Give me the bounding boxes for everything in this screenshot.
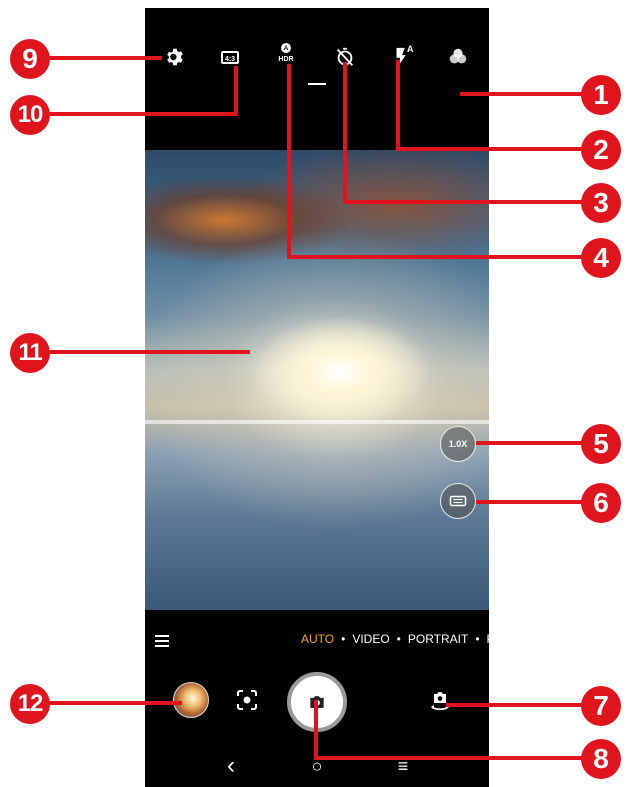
callout-badge-6: 6 (581, 483, 621, 523)
callout-line-7 (446, 703, 590, 707)
filter-icon[interactable] (447, 46, 469, 68)
callout-line-5 (476, 441, 590, 445)
horizon-line (145, 420, 489, 424)
gallery-thumbnail[interactable] (173, 682, 209, 718)
flash-mode-label: A (407, 44, 414, 54)
callout-badge-2: 2 (581, 130, 621, 170)
zoom-label: 1.0X (448, 439, 468, 449)
callout-badge-12: 12 (10, 684, 50, 724)
callout-badge-11: 11 (10, 333, 50, 373)
back-button[interactable]: ‹ (221, 752, 241, 779)
callout-vline-8 (314, 700, 318, 760)
aspect-ratio-label: 4:3 (221, 50, 239, 64)
callout-badge-10: 10 (10, 95, 50, 135)
callout-line-3 (343, 200, 590, 204)
hdr-auto-icon: A (281, 43, 291, 53)
callout-line-12 (40, 701, 182, 705)
callout-line-6 (476, 500, 590, 504)
more-modes-menu-icon[interactable] (155, 632, 169, 650)
mode-video[interactable]: VIDEO (352, 632, 389, 646)
callout-vline-3 (343, 62, 347, 204)
svg-text:A: A (284, 46, 289, 52)
mode-list: AUTO•VIDEO•PORTRAIT•PA (301, 632, 489, 646)
mode-auto[interactable]: AUTO (301, 632, 334, 646)
callout-vline-10 (234, 66, 238, 116)
callout-line-2 (396, 147, 590, 151)
callout-badge-5: 5 (581, 424, 621, 464)
panorama-icon (449, 495, 467, 507)
switch-camera-icon[interactable] (427, 688, 453, 714)
mode-selector: AUTO•VIDEO•PORTRAIT•PA (145, 630, 489, 650)
zoom-button[interactable]: 1.0X (440, 426, 476, 462)
flash-button[interactable]: A (391, 44, 414, 68)
swipe-indicator (308, 83, 326, 85)
aspect-ratio-button[interactable]: 4:3 (219, 46, 241, 68)
mode-portrait[interactable]: PORTRAIT (408, 632, 468, 646)
callout-line-9 (40, 56, 162, 60)
callout-badge-3: 3 (581, 183, 621, 223)
settings-gear-icon[interactable] (164, 46, 186, 68)
callout-line-11 (40, 350, 250, 354)
google-lens-icon[interactable] (235, 688, 259, 712)
mode-pa[interactable]: PA (487, 632, 489, 646)
callout-badge-8: 8 (581, 739, 621, 779)
callout-badge-1: 1 (581, 75, 621, 115)
viewfinder-preview[interactable] (145, 150, 489, 610)
callout-line-1 (460, 92, 590, 96)
callout-vline-2 (396, 60, 400, 151)
callout-line-10 (40, 112, 238, 116)
callout-badge-4: 4 (581, 238, 621, 278)
hdr-label: HDR (278, 56, 294, 63)
callout-line-4 (287, 255, 590, 259)
callout-badge-7: 7 (581, 686, 621, 726)
camera-app-screen: 4:3 A HDR A 1.0X AUTO•VIDEO•PORTRAIT•PA (145, 8, 489, 787)
callout-line-8 (314, 756, 590, 760)
hdr-button[interactable]: A HDR (275, 42, 297, 64)
callout-badge-9: 9 (10, 39, 50, 79)
callout-vline-4 (287, 64, 291, 259)
panorama-button[interactable] (440, 483, 476, 519)
